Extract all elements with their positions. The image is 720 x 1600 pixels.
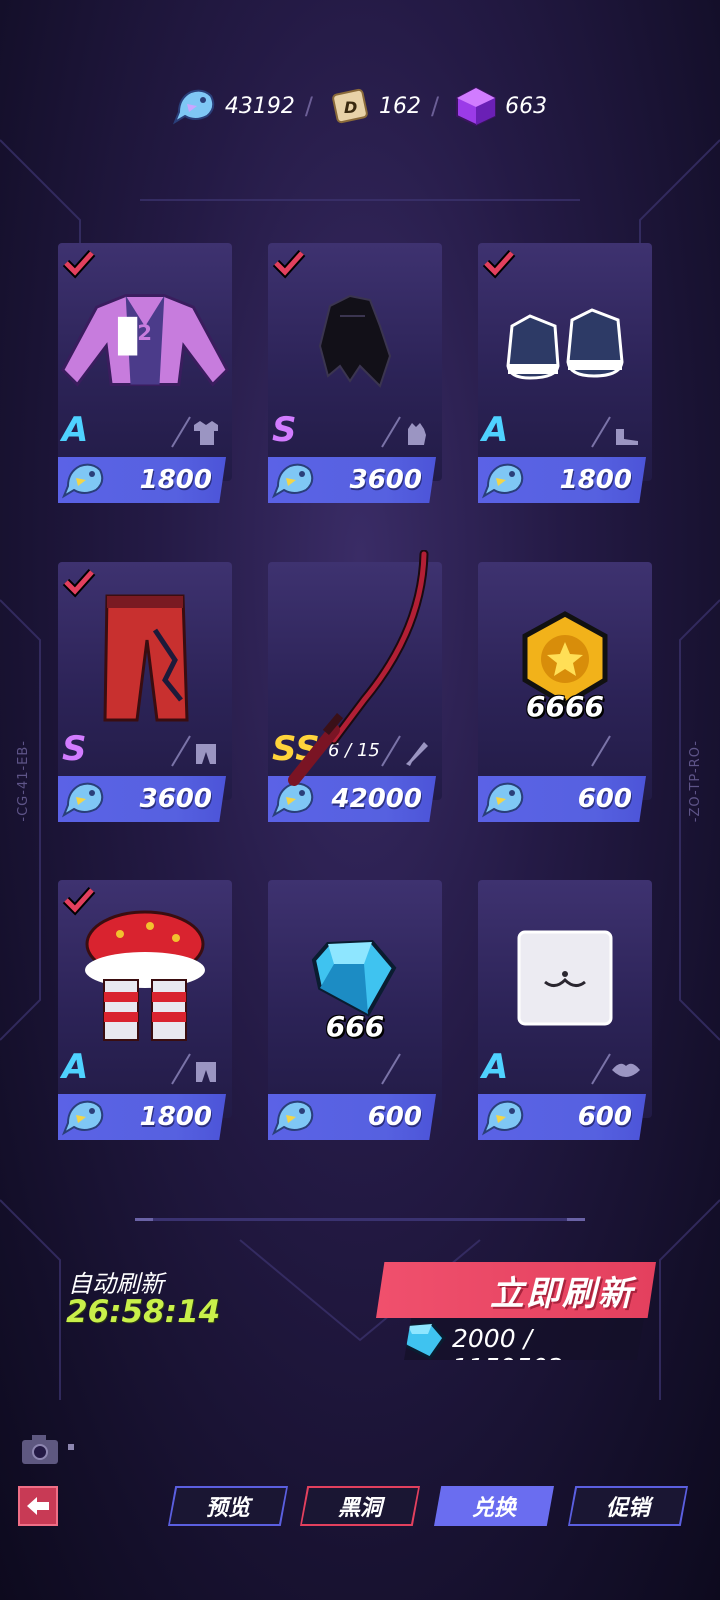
currency-fish-value: 43192: [224, 93, 295, 119]
camera-indicator: [68, 1444, 74, 1450]
price-value: 600: [577, 1102, 632, 1132]
grade-label: A: [482, 410, 509, 450]
shoes-slot-icon: [591, 416, 638, 448]
item-amount: 666: [325, 1010, 385, 1043]
empty-slot-icon: [381, 1053, 401, 1085]
currency-bar: 43192 / D 162 / 663: [0, 82, 720, 130]
section-divider: [135, 1218, 585, 1221]
price-bar[interactable]: 1800: [58, 457, 226, 503]
price-bar[interactable]: 1800: [58, 1094, 226, 1140]
cat-face-image: [478, 908, 652, 1048]
currency-d-value: 162: [379, 93, 421, 119]
fish-coin-icon: [482, 463, 524, 499]
gloves-image: [268, 271, 442, 411]
d-token-icon: D: [327, 86, 373, 126]
sneakers-image: [478, 271, 652, 411]
tab-preview-label: 预览: [205, 1496, 250, 1521]
tab-promotion-label: 促销: [605, 1496, 650, 1521]
svg-text:D: D: [344, 98, 357, 117]
item-card-gold-coin[interactable]: 6666 600: [478, 562, 652, 822]
price-value: 3600: [139, 784, 212, 814]
fish-coin-icon: [482, 782, 524, 818]
refresh-cost-value: 2000 / 1159502: [452, 1324, 564, 1382]
price-value: 1800: [559, 465, 632, 495]
price-value: 600: [577, 784, 632, 814]
katana-image: [288, 550, 429, 786]
price-value: 1800: [139, 1102, 212, 1132]
red-pants-image: [58, 590, 232, 730]
price-value: 1800: [139, 465, 212, 495]
striped-pants-image: [58, 908, 232, 1048]
fish-coin-icon: [272, 463, 314, 499]
item-card-gloves[interactable]: S 3600: [268, 243, 442, 503]
empty-slot-icon: [591, 735, 611, 767]
currency-fish: 43192 /: [172, 86, 317, 126]
grade-label: A: [62, 410, 89, 450]
tab-exchange[interactable]: 兑换: [434, 1486, 554, 1526]
currency-cube: 663: [453, 86, 547, 126]
price-bar[interactable]: 3600: [58, 776, 226, 822]
purple-cube-icon: [453, 86, 499, 126]
fish-coin-icon: [62, 782, 104, 818]
price-bar[interactable]: 600: [478, 776, 646, 822]
side-code-left: -CG-41-EB-: [16, 740, 31, 822]
fish-coin-icon: [272, 1100, 314, 1136]
price-bar[interactable]: 600: [478, 1094, 646, 1140]
gloves-slot-icon: [381, 416, 426, 448]
side-code-right: -ZO-TP-RO-: [688, 740, 703, 823]
top-slot-icon: [171, 416, 218, 448]
tab-preview[interactable]: 预览: [168, 1486, 288, 1526]
refresh-timer: 26:58:14: [66, 1294, 221, 1330]
currency-cube-value: 663: [505, 93, 548, 119]
camera-icon[interactable]: [20, 1432, 60, 1466]
price-bar[interactable]: 1800: [478, 457, 646, 503]
item-card-jacket[interactable]: 2 A 1800: [58, 243, 232, 503]
item-card-sneakers[interactable]: A 1800: [478, 243, 652, 503]
grade-label: A: [62, 1047, 89, 1087]
price-value: 3600: [349, 465, 422, 495]
tab-exchange-label: 兑换: [471, 1496, 516, 1521]
refresh-cost: 2000 / 1159502: [404, 1318, 644, 1360]
item-card-cat-face[interactable]: A 600: [478, 880, 652, 1140]
item-card-red-pants[interactable]: S 3600: [58, 562, 232, 822]
tab-black-hole[interactable]: 黑洞: [300, 1486, 420, 1526]
fish-coin-icon: [482, 1100, 524, 1136]
pants-slot-icon: [171, 735, 216, 767]
price-bar[interactable]: 3600: [268, 457, 436, 503]
back-arrow-icon: [27, 1497, 49, 1515]
pants-slot-icon: [171, 1053, 216, 1085]
fish-coin-icon: [172, 86, 219, 126]
svg-text:2: 2: [137, 321, 152, 346]
currency-d-token: D 162 /: [327, 86, 443, 126]
refresh-now-button[interactable]: 立即刷新: [376, 1262, 656, 1318]
price-bar[interactable]: 600: [268, 1094, 436, 1140]
mouth-slot-icon: [591, 1053, 640, 1085]
jacket-image: 2: [58, 271, 232, 411]
fish-coin-icon: [62, 1100, 104, 1136]
item-card-striped-pants[interactable]: A 1800: [58, 880, 232, 1140]
grade-label: S: [272, 410, 297, 450]
blue-gem-icon: [404, 1322, 446, 1360]
tab-promotion[interactable]: 促销: [568, 1486, 688, 1526]
fish-coin-icon: [62, 463, 104, 499]
back-button[interactable]: [18, 1486, 58, 1526]
price-value: 600: [367, 1102, 422, 1132]
tab-black-hole-label: 黑洞: [337, 1496, 382, 1521]
grade-label: S: [62, 729, 87, 769]
item-amount: 6666: [526, 690, 604, 723]
grade-label: A: [482, 1047, 509, 1087]
item-card-gem[interactable]: 666 600: [268, 880, 442, 1140]
